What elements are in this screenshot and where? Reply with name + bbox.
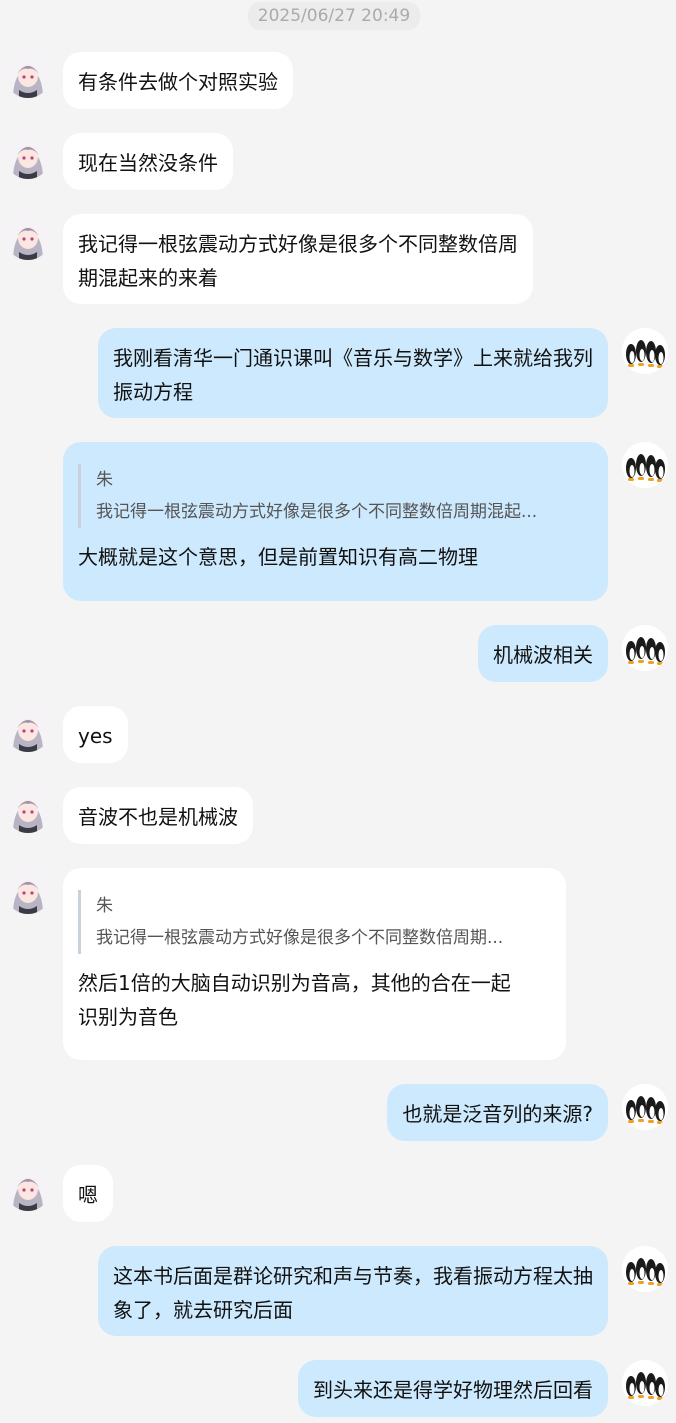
- message-bubble[interactable]: 我刚看清华一门通识课叫《音乐与数学》上来就给我列 振动方程: [98, 328, 608, 418]
- quote-sender: 朱: [96, 896, 113, 916]
- quoted-message[interactable]: 朱 我记得一根弦震动方式好像是很多个不同整数倍周期混起...: [78, 464, 593, 528]
- message-bubble[interactable]: yes: [63, 706, 128, 763]
- message-bubble[interactable]: 到头来还是得学好物理然后回看: [298, 1360, 608, 1417]
- avatar[interactable]: [622, 1246, 668, 1292]
- message-text: 机械波相关: [493, 643, 593, 667]
- avatar[interactable]: [5, 787, 51, 833]
- avatar[interactable]: [5, 214, 51, 260]
- avatar[interactable]: [5, 868, 51, 914]
- message-text: 有条件去做个对照实验: [78, 70, 278, 94]
- message-text: 到头来还是得学好物理然后回看: [313, 1378, 593, 1402]
- message-text: yes: [78, 724, 113, 748]
- message-text: 音波不也是机械波: [78, 805, 238, 829]
- quote-text: 我记得一根弦震动方式好像是很多个不同整数倍周期...: [96, 928, 504, 948]
- quote-sender: 朱: [96, 470, 113, 490]
- message-bubble[interactable]: 朱 我记得一根弦震动方式好像是很多个不同整数倍周期混起... 大概就是这个意思，…: [63, 442, 608, 601]
- avatar[interactable]: [5, 706, 51, 752]
- message-text: 识别为音色: [78, 1005, 178, 1029]
- avatar[interactable]: [5, 52, 51, 98]
- avatar[interactable]: [5, 1165, 51, 1211]
- avatar[interactable]: [622, 442, 668, 488]
- message-text: 象了，就去研究后面: [113, 1298, 293, 1322]
- message-bubble[interactable]: 我记得一根弦震动方式好像是很多个不同整数倍周 期混起来的来着: [63, 214, 533, 304]
- message-bubble[interactable]: 嗯: [63, 1165, 113, 1222]
- quoted-message[interactable]: 朱 我记得一根弦震动方式好像是很多个不同整数倍周期...: [78, 890, 551, 954]
- avatar[interactable]: [622, 625, 668, 671]
- timestamp: 2025/06/27 20:49: [248, 2, 420, 30]
- message-text: 振动方程: [113, 380, 193, 404]
- message-text: 大概就是这个意思，但是前置知识有高二物理: [78, 545, 478, 569]
- message-bubble[interactable]: 朱 我记得一根弦震动方式好像是很多个不同整数倍周期... 然后1倍的大脑自动识别…: [63, 868, 566, 1060]
- message-bubble[interactable]: 有条件去做个对照实验: [63, 52, 293, 109]
- avatar[interactable]: [5, 133, 51, 179]
- message-bubble[interactable]: 音波不也是机械波: [63, 787, 253, 844]
- message-bubble[interactable]: 这本书后面是群论研究和声与节奏，我看振动方程太抽 象了，就去研究后面: [98, 1246, 608, 1336]
- avatar[interactable]: [622, 1360, 668, 1406]
- avatar[interactable]: [622, 328, 668, 374]
- message-bubble[interactable]: 也就是泛音列的来源?: [387, 1084, 608, 1141]
- message-text: 现在当然没条件: [78, 151, 218, 175]
- avatar[interactable]: [622, 1084, 668, 1130]
- message-text: 期混起来的来着: [78, 266, 218, 290]
- message-bubble[interactable]: 现在当然没条件: [63, 133, 233, 190]
- message-text: 也就是泛音列的来源?: [402, 1102, 593, 1126]
- message-bubble[interactable]: 机械波相关: [478, 625, 608, 682]
- message-text: 然后1倍的大脑自动识别为音高，其他的合在一起: [78, 971, 511, 995]
- message-text: 这本书后面是群论研究和声与节奏，我看振动方程太抽: [113, 1264, 593, 1288]
- message-text: 我刚看清华一门通识课叫《音乐与数学》上来就给我列: [113, 346, 593, 370]
- quote-text: 我记得一根弦震动方式好像是很多个不同整数倍周期混起...: [96, 502, 538, 522]
- message-text: 嗯: [78, 1183, 98, 1207]
- message-text: 我记得一根弦震动方式好像是很多个不同整数倍周: [78, 232, 518, 256]
